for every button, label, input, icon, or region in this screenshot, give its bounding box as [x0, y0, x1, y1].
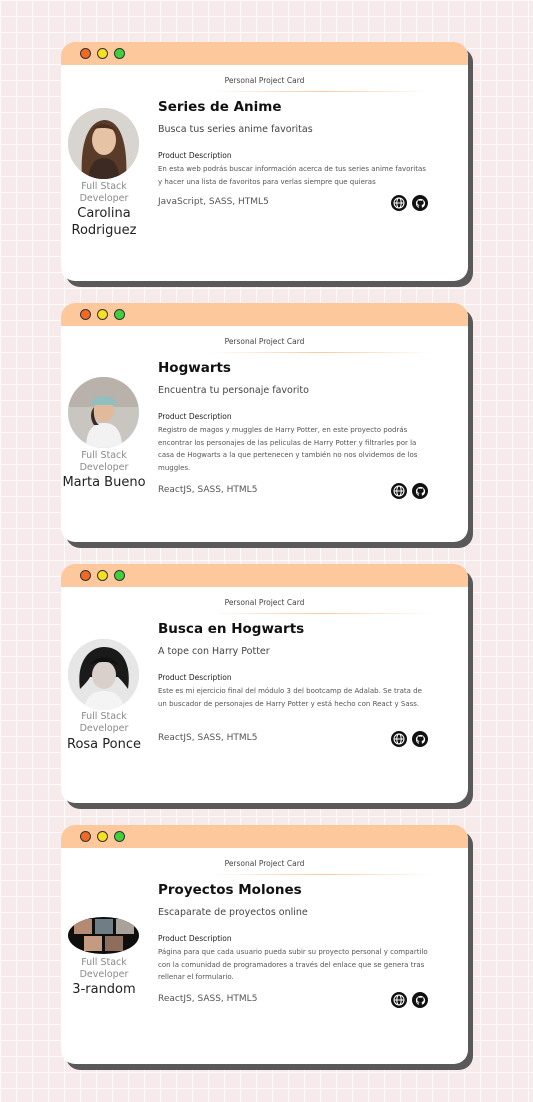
- maximize-dot-icon: [114, 48, 125, 59]
- maximize-dot-icon: [114, 309, 125, 320]
- github-icon[interactable]: [412, 483, 428, 499]
- card-subtitle: Personal Project Card: [224, 859, 305, 868]
- project-technologies: ReactJS, SASS, HTML5: [158, 485, 258, 495]
- description-title: Product Description: [158, 934, 232, 943]
- divider: [211, 874, 431, 875]
- window-bar: [61, 303, 468, 326]
- author-job: Full Stack Developer: [79, 957, 129, 980]
- project-technologies: ReactJS, SASS, HTML5: [158, 733, 258, 743]
- globe-icon[interactable]: [391, 992, 407, 1008]
- author-name: Rosa Ponce: [67, 737, 141, 752]
- description-title: Product Description: [158, 151, 232, 160]
- window-bar: [61, 564, 468, 587]
- divider: [211, 613, 431, 614]
- description-title: Product Description: [158, 673, 232, 682]
- author-name: Carolina Rodriguez: [71, 206, 137, 238]
- description-title: Product Description: [158, 412, 232, 421]
- close-dot-icon: [80, 309, 91, 320]
- project-name: Series de Anime: [158, 99, 282, 115]
- maximize-dot-icon: [114, 570, 125, 581]
- project-card: Personal Project Card Full Stack Develop…: [61, 825, 468, 1064]
- github-icon[interactable]: [412, 195, 428, 211]
- maximize-dot-icon: [114, 831, 125, 842]
- author-photo: [68, 108, 139, 179]
- divider: [211, 91, 431, 92]
- project-card: Personal Project Card Full Stack Develop…: [61, 42, 468, 281]
- project-description: En esta web podrás buscar información ac…: [158, 165, 426, 186]
- card-subtitle: Personal Project Card: [224, 76, 305, 85]
- github-icon[interactable]: [412, 731, 428, 747]
- minimize-dot-icon: [97, 48, 108, 59]
- close-dot-icon: [80, 831, 91, 842]
- author-job: Full Stack Developer: [79, 711, 129, 734]
- author-job: Full Stack Developer: [79, 181, 129, 204]
- author-photo: [68, 377, 139, 448]
- window-bar: [61, 42, 468, 65]
- author-photo: [68, 639, 139, 710]
- window-bar: [61, 825, 468, 848]
- close-dot-icon: [80, 48, 91, 59]
- project-description: Página para que cada usuario pueda subir…: [158, 948, 428, 981]
- author-name: Marta Bueno: [62, 475, 146, 490]
- project-slogan: Busca tus series anime favoritas: [158, 124, 313, 135]
- project-slogan: Escaparate de proyectos online: [158, 907, 308, 918]
- minimize-dot-icon: [97, 570, 108, 581]
- project-technologies: JavaScript, SASS, HTML5: [158, 197, 269, 207]
- project-description: Este es mi ejercicio final del módulo 3 …: [158, 687, 422, 708]
- minimize-dot-icon: [97, 831, 108, 842]
- project-card: Personal Project Card Full Stack Develop…: [61, 303, 468, 542]
- divider: [211, 352, 431, 353]
- project-name: Proyectos Molones: [158, 882, 302, 898]
- project-name: Busca en Hogwarts: [158, 621, 305, 637]
- minimize-dot-icon: [97, 309, 108, 320]
- project-card: Personal Project Card Full Stack Develop…: [61, 564, 468, 803]
- author-name: 3-random: [72, 982, 136, 997]
- author-job: Full Stack Developer: [79, 450, 129, 473]
- globe-icon[interactable]: [391, 483, 407, 499]
- project-slogan: Encuentra tu personaje favorito: [158, 385, 309, 396]
- github-icon[interactable]: [412, 992, 428, 1008]
- globe-icon[interactable]: [391, 195, 407, 211]
- project-slogan: A tope con Harry Potter: [158, 646, 270, 657]
- project-technologies: ReactJS, SASS, HTML5: [158, 994, 258, 1004]
- globe-icon[interactable]: [391, 731, 407, 747]
- author-photo: [68, 917, 139, 954]
- close-dot-icon: [80, 570, 91, 581]
- card-subtitle: Personal Project Card: [224, 598, 305, 607]
- project-description: Registro de magos y muggles de Harry Pot…: [158, 426, 418, 472]
- project-name: Hogwarts: [158, 360, 231, 376]
- card-subtitle: Personal Project Card: [224, 337, 305, 346]
